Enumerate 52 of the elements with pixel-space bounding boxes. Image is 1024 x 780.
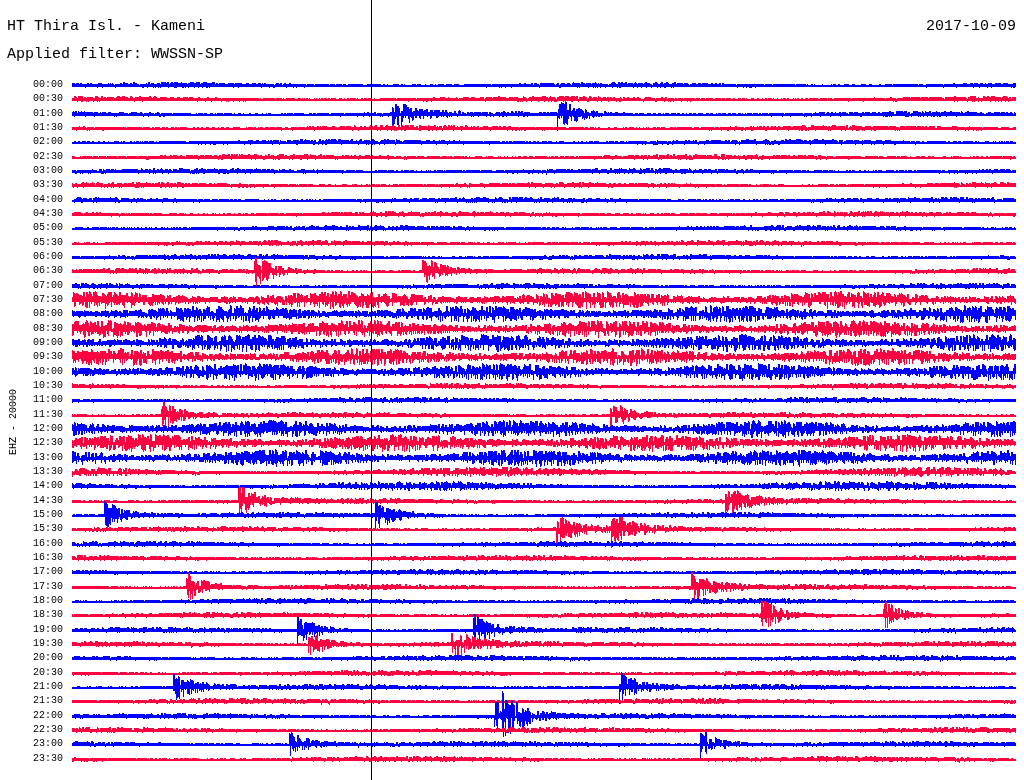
time-label: 22:30 xyxy=(32,724,64,735)
time-label: 12:00 xyxy=(32,424,64,435)
time-label: 13:30 xyxy=(32,467,64,477)
time-label: 03:00 xyxy=(32,166,64,177)
time-label: 07:00 xyxy=(32,280,64,291)
time-label: 21:00 xyxy=(32,681,64,692)
time-label: 01:00 xyxy=(32,108,64,119)
filter-label: Applied filter: WWSSN-SP xyxy=(7,46,224,63)
time-label: 11:30 xyxy=(32,409,64,420)
time-label: 09:00 xyxy=(32,338,64,349)
time-label: 02:00 xyxy=(32,137,64,148)
time-label: 08:30 xyxy=(32,323,64,334)
time-label: 10:30 xyxy=(32,381,64,392)
time-label: 05:30 xyxy=(32,237,64,248)
time-label: 01:30 xyxy=(32,123,64,134)
time-label: 14:00 xyxy=(32,481,64,492)
time-label: 18:30 xyxy=(32,610,64,621)
time-label: 20:30 xyxy=(32,667,64,678)
time-label: 06:30 xyxy=(32,266,64,277)
time-label: 08:00 xyxy=(32,309,64,320)
time-label: 22:00 xyxy=(32,710,64,721)
time-label: 10:00 xyxy=(32,366,64,377)
time-label: 07:30 xyxy=(32,295,64,306)
time-label: 04:30 xyxy=(32,209,64,220)
time-label: 12:30 xyxy=(32,438,64,449)
time-label: 05:00 xyxy=(32,223,64,234)
time-label: 23:30 xyxy=(32,753,64,764)
time-label: 15:30 xyxy=(32,524,64,535)
time-label: 19:30 xyxy=(32,638,64,649)
date-label: 2017-10-09 xyxy=(926,18,1016,37)
channel-label: EHZ - 20000 xyxy=(7,388,19,455)
time-label: 20:00 xyxy=(32,653,64,664)
time-label: 21:30 xyxy=(32,696,64,707)
time-label: 09:30 xyxy=(32,352,64,363)
time-label: 23:00 xyxy=(32,739,64,750)
time-label: 00:30 xyxy=(32,94,64,105)
time-label: 16:00 xyxy=(32,538,64,549)
time-label: 03:30 xyxy=(32,180,64,191)
time-label: 18:00 xyxy=(32,595,64,606)
time-label: 00:00 xyxy=(32,80,64,91)
time-label: 11:00 xyxy=(32,395,64,406)
station-title: HT Thira Isl. - Kameni xyxy=(7,18,206,37)
time-label: 02:30 xyxy=(32,151,64,162)
time-label: 17:00 xyxy=(32,567,64,578)
time-label: 13:00 xyxy=(32,452,64,463)
time-label: 15:00 xyxy=(32,510,64,520)
time-label: 16:30 xyxy=(32,553,64,563)
time-label: 14:30 xyxy=(32,495,64,506)
time-label: 06:00 xyxy=(32,252,64,263)
time-label: 17:30 xyxy=(32,581,64,592)
time-label: 19:00 xyxy=(32,624,64,635)
time-label: 04:00 xyxy=(32,194,64,205)
